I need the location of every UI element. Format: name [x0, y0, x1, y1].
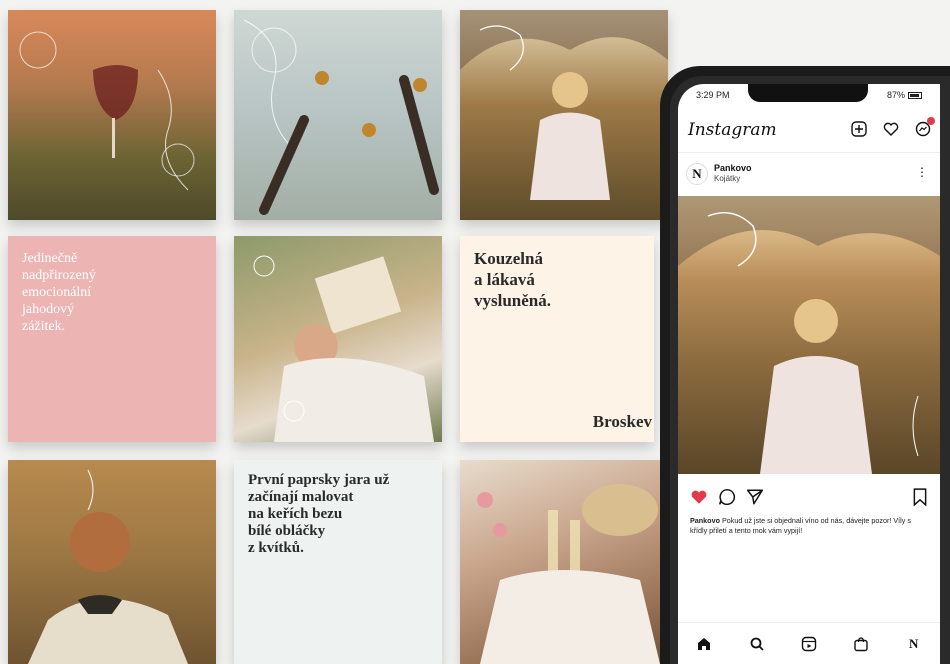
profile-location[interactable]: Kojátky	[714, 174, 740, 183]
phone-mockup: 3:29 PM 87% Instagram N Pankovo Kojátky …	[660, 66, 950, 664]
battery-icon	[908, 91, 922, 99]
photo-wine-glass	[8, 10, 216, 220]
profile-nav-avatar[interactable]: N	[904, 634, 924, 654]
floral-line-art	[28, 469, 188, 664]
post-header: N Pankovo Kojátky ⋮	[678, 152, 940, 192]
floral-line-art	[678, 196, 940, 474]
avatar[interactable]: N	[686, 163, 708, 185]
tile-cream-text: Kouzelná a lákavá vysluněná. Broskev	[460, 236, 654, 442]
floral-line-art	[19, 31, 195, 191]
post-caption: Pankovo Pokud už jste si objednali víno …	[690, 516, 930, 536]
bottom-nav: N	[678, 622, 940, 664]
share-icon[interactable]	[746, 488, 764, 511]
floral-line-art	[460, 10, 668, 200]
photo-woman-reading	[234, 236, 442, 442]
caption-text: Pokud už jste si objednali víno od nás, …	[690, 516, 911, 535]
search-icon[interactable]	[747, 634, 767, 654]
app-logo: Instagram	[688, 120, 777, 140]
cream-tile-text: Kouzelná a lákavá vysluněná.	[474, 249, 551, 310]
ig-header: Instagram	[678, 114, 940, 148]
phone-screen: 3:29 PM 87% Instagram N Pankovo Kojátky …	[678, 84, 940, 664]
cream-tile-brand: Broskev	[592, 412, 652, 431]
photo-man-grass	[8, 460, 216, 664]
reels-icon[interactable]	[799, 634, 819, 654]
floral-line-art	[477, 484, 660, 664]
blue-tile-text: První paprsky jara už začínají malovat n…	[248, 472, 390, 556]
notification-dot	[927, 117, 935, 125]
status-time: 3:29 PM	[696, 90, 730, 100]
caption-user[interactable]: Pankovo	[690, 516, 720, 525]
tile-blue-text: První paprsky jara už začínají malovat n…	[234, 460, 442, 664]
post-actions	[678, 488, 940, 508]
messenger-icon[interactable]	[914, 117, 935, 138]
pink-tile-text: Jedinečně nadpřirozený emocionální jahod…	[22, 251, 96, 334]
post-image[interactable]	[678, 196, 940, 474]
comment-icon[interactable]	[718, 488, 736, 511]
floral-line-art	[243, 19, 439, 215]
photo-picnic	[460, 460, 668, 664]
like-heart-icon[interactable]	[690, 488, 708, 511]
tile-pink-text: Jedinečně nadpřirozený emocionální jahod…	[8, 236, 216, 442]
shop-icon[interactable]	[851, 634, 871, 654]
heart-outline-icon[interactable]	[882, 120, 900, 138]
status-battery: 87%	[887, 90, 922, 100]
home-icon[interactable]	[694, 634, 714, 654]
new-post-icon[interactable]	[850, 120, 868, 138]
floral-line-art	[253, 255, 434, 442]
more-options-icon[interactable]: ⋮	[916, 165, 928, 179]
bookmark-icon[interactable]	[912, 488, 928, 511]
phone-notch	[748, 84, 868, 102]
photo-toast-hands	[234, 10, 442, 220]
photo-woman-meadow	[460, 10, 668, 220]
profile-name[interactable]: Pankovo	[714, 163, 752, 173]
